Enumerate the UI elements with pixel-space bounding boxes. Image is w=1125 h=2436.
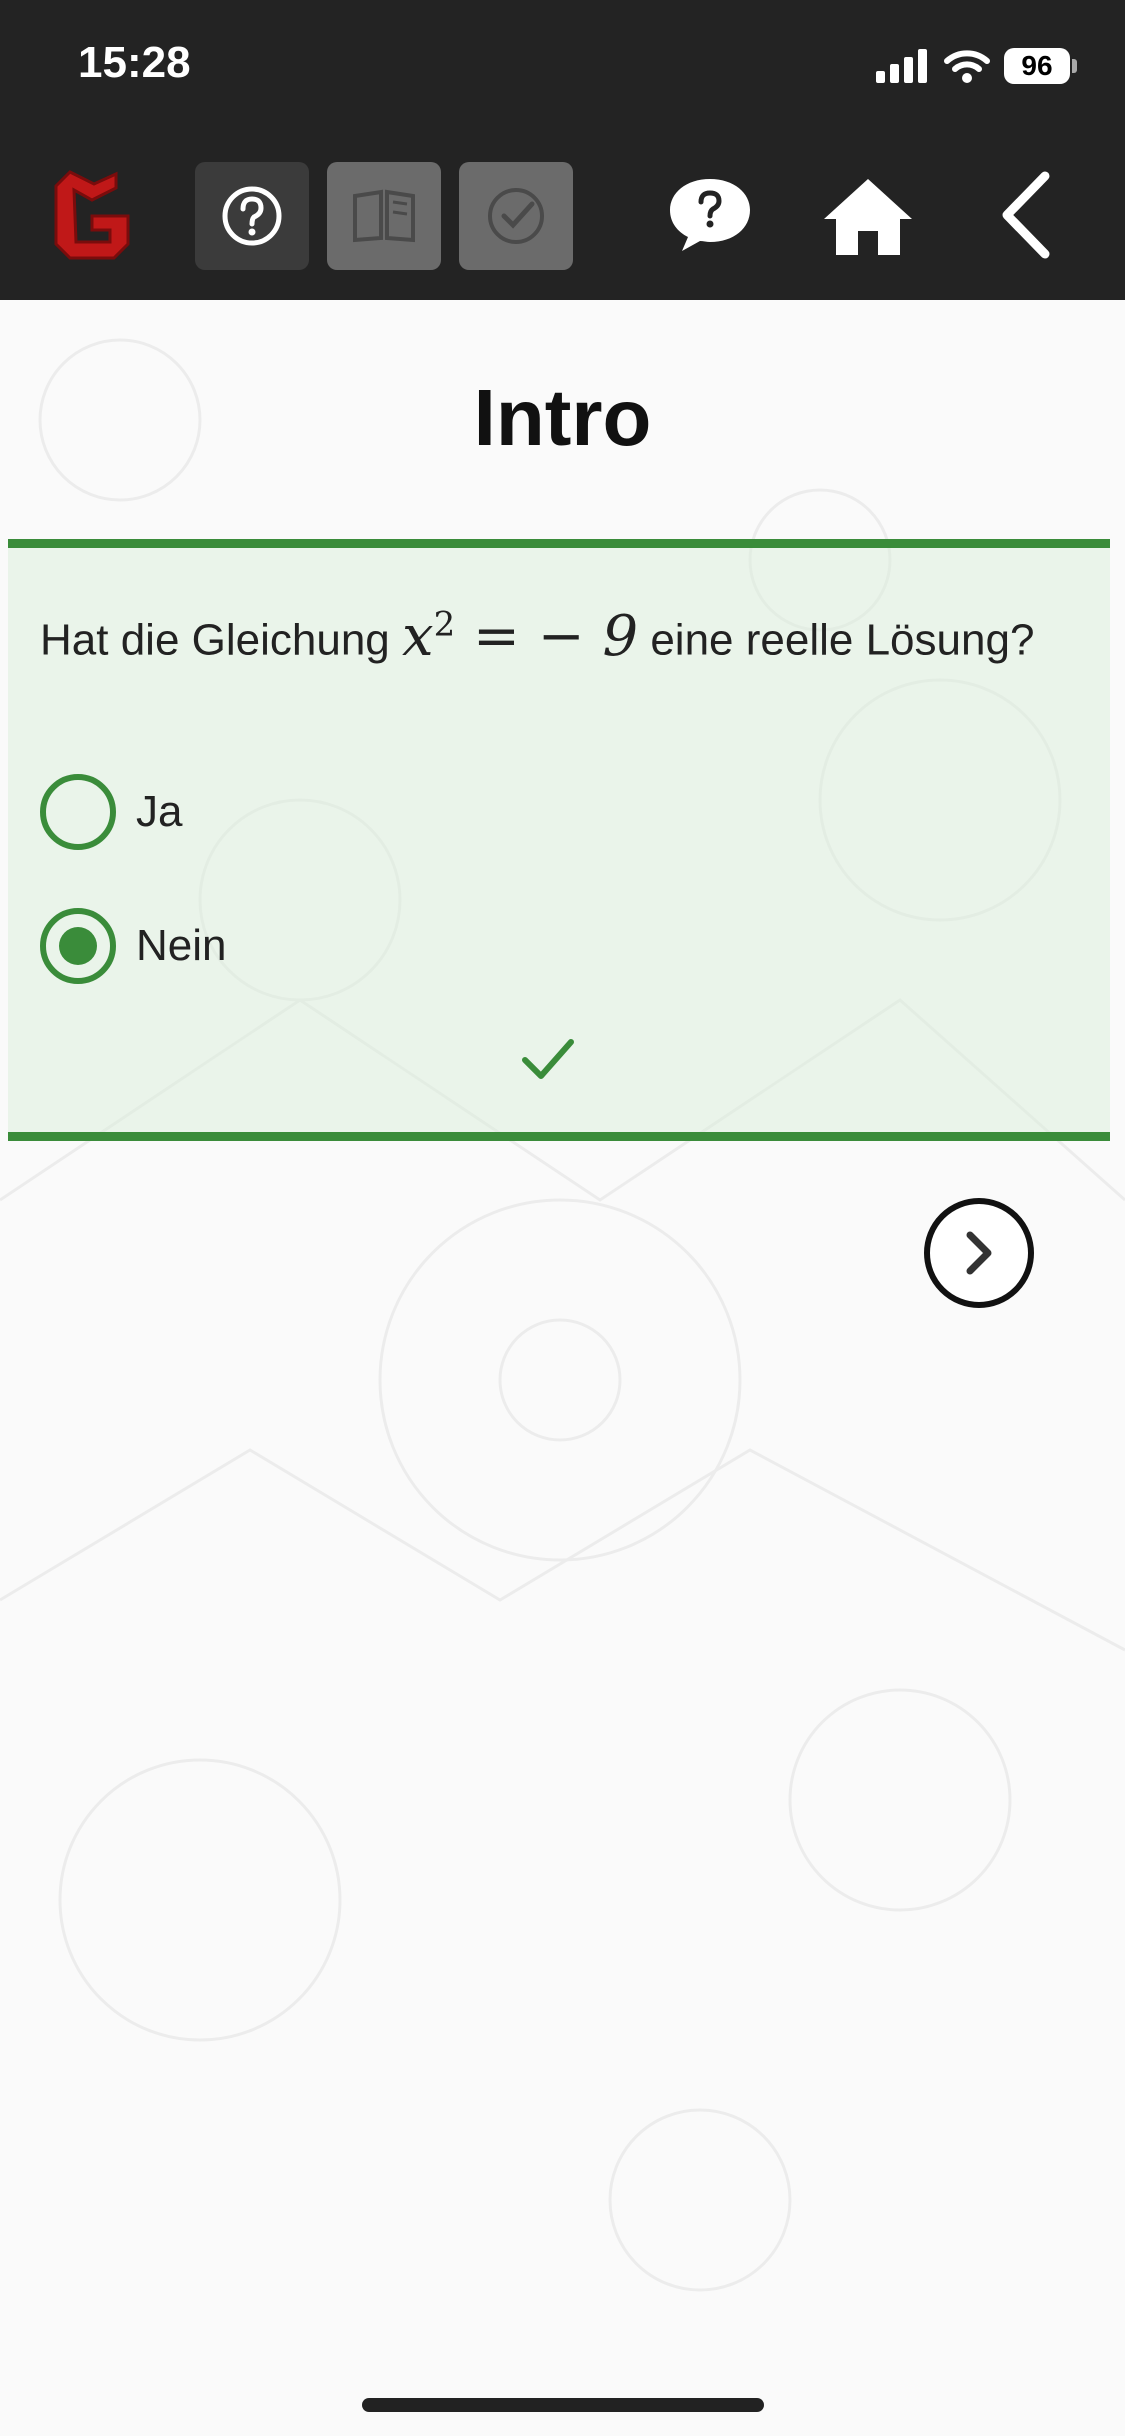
battery-level: 96 (1004, 48, 1070, 84)
home-icon (824, 179, 912, 255)
status-time: 15:28 (78, 38, 191, 87)
radio-unchecked[interactable] (40, 774, 116, 850)
home-indicator[interactable] (362, 2398, 764, 2412)
book-tool-button[interactable] (327, 162, 441, 270)
question-text: Hat die Gleichung x2 = − 9 eine reelle L… (40, 584, 1040, 681)
question-suffix: eine reelle Lösung? (638, 615, 1035, 665)
help-tool-button[interactable] (195, 162, 309, 270)
help-icon (222, 186, 282, 246)
radio-checked[interactable] (40, 908, 116, 984)
signal-icon (876, 49, 927, 83)
chat-help-icon (670, 179, 750, 251)
app-logo-icon[interactable] (46, 166, 136, 264)
option-label: Nein (136, 921, 227, 970)
status-icons: 96 (876, 48, 1077, 84)
checkmark-icon (522, 1039, 574, 1079)
checkmark-circle-icon (488, 188, 544, 244)
page-title: Intro (473, 373, 652, 462)
battery-nub (1072, 59, 1077, 73)
option-ja[interactable]: Ja (40, 774, 182, 850)
book-icon (353, 189, 415, 243)
wifi-icon (944, 50, 990, 83)
option-nein[interactable]: Nein (40, 908, 227, 984)
question-card: Hat die Gleichung x2 = − 9 eine reelle L… (8, 539, 1110, 1141)
back-arrow-icon (1002, 171, 1050, 259)
back-button[interactable] (980, 165, 1070, 265)
chat-help-button[interactable] (660, 165, 760, 265)
next-button[interactable] (924, 1198, 1034, 1308)
question-prefix: Hat die Gleichung (40, 615, 402, 665)
question-math: x2 = − 9 (402, 603, 639, 669)
top-bar: 15:28 96 (0, 0, 1125, 300)
option-label: Ja (136, 787, 183, 836)
chevron-right-icon (966, 1231, 992, 1275)
check-tool-button[interactable] (459, 162, 573, 270)
home-button[interactable] (818, 165, 918, 265)
